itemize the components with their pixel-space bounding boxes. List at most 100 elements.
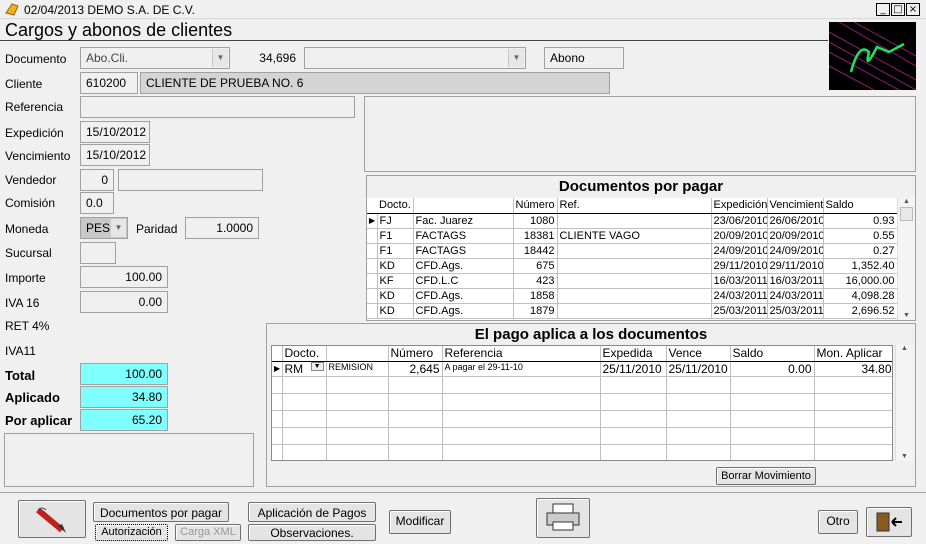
table-row[interactable]: KF CFD.L.C 423 16/03/2011 16/03/2011 16,000.0… bbox=[367, 273, 897, 289]
referencia-input[interactable] bbox=[80, 96, 355, 118]
table-cell: 0.27 bbox=[823, 243, 897, 259]
table-cell bbox=[282, 410, 327, 428]
empty-row[interactable] bbox=[272, 376, 892, 394]
table-row[interactable]: F1 FACTAGS 18381 CLIENTE VAGO 20/09/2010 20/0… bbox=[367, 228, 897, 244]
table-row[interactable]: ▶ FJ Fac. Juarez 1080 23/06/2010 26/06/2010 0.… bbox=[367, 213, 897, 229]
app-icon bbox=[4, 1, 20, 17]
sucursal-input[interactable] bbox=[80, 242, 116, 264]
documento-extra-select[interactable]: ▼ bbox=[304, 47, 526, 69]
docs-por-pagar-grid[interactable]: Docto. Número Ref. Expedición Vencimient… bbox=[367, 198, 897, 320]
empty-row[interactable] bbox=[272, 410, 892, 428]
comision-input[interactable]: 0.0 bbox=[80, 192, 114, 214]
pago-aplica-grid[interactable]: Docto. Número Referencia Expedida Vence … bbox=[271, 345, 893, 461]
col-mon-aplicar: Mon. Aplicar bbox=[814, 346, 892, 362]
scroll-up-icon[interactable]: ▲ bbox=[896, 345, 913, 352]
otro-button[interactable]: Otro bbox=[818, 510, 858, 534]
table-cell: 16/03/2011 bbox=[767, 273, 824, 289]
iva16-input[interactable]: 0.00 bbox=[80, 291, 168, 313]
aplicacion-pagos-button[interactable]: Aplicación de Pagos bbox=[248, 502, 376, 522]
table-cell bbox=[730, 376, 815, 394]
empty-row[interactable] bbox=[272, 427, 892, 445]
total-value: 100.00 bbox=[80, 363, 168, 385]
minimize-button[interactable]: _ bbox=[876, 3, 890, 16]
close-button[interactable]: × bbox=[906, 3, 920, 16]
table-row[interactable]: KD CFD.Ags. 1879 25/03/2011 25/03/2011 2,696.… bbox=[367, 303, 897, 319]
table-cell: CLIENTE VAGO bbox=[557, 228, 712, 244]
observaciones-panel[interactable] bbox=[4, 433, 254, 487]
table-row[interactable]: KD CFD.Ags. 675 29/11/2010 29/11/2010 1,352.4… bbox=[367, 258, 897, 274]
vendedor-name bbox=[118, 169, 263, 191]
table-cell: 25/11/2010 bbox=[600, 361, 667, 377]
print-button[interactable] bbox=[536, 498, 590, 538]
observaciones-button[interactable]: Observaciones. bbox=[248, 524, 376, 541]
table-cell: 2,696.52 bbox=[823, 303, 897, 319]
exit-button[interactable] bbox=[866, 507, 912, 537]
expedicion-input[interactable]: 15/10/2012 bbox=[80, 121, 150, 143]
table-cell: 29/11/2010 bbox=[711, 258, 768, 274]
table-cell bbox=[814, 393, 892, 411]
total-label: Total bbox=[5, 368, 36, 383]
row-indicator bbox=[367, 243, 378, 259]
table-row[interactable]: KD CFD.Ags. 1858 24/03/2011 24/03/2011 4,098.… bbox=[367, 288, 897, 304]
table-cell: 0.93 bbox=[823, 213, 897, 229]
comision-label: Comisión bbox=[5, 196, 56, 210]
col-saldo: Saldo bbox=[823, 198, 897, 214]
vendedor-input[interactable]: 0 bbox=[80, 169, 114, 191]
table-row[interactable]: F1 FACTAGS 18442 24/09/2010 24/09/2010 0.27 bbox=[367, 243, 897, 259]
docs-scrollbar[interactable]: ▲ ▼ bbox=[897, 198, 915, 320]
pago-header-row: Docto. Número Referencia Expedida Vence … bbox=[272, 346, 892, 362]
carga-xml-button[interactable]: Carga XML bbox=[175, 524, 241, 541]
table-cell bbox=[272, 410, 283, 428]
company-logo bbox=[829, 22, 916, 90]
table-cell: 25/11/2010 bbox=[666, 361, 731, 377]
title-bar: 02/04/2013 DEMO S.A. DE C.V. _ □ × bbox=[0, 0, 926, 19]
table-cell bbox=[666, 427, 731, 445]
table-cell bbox=[666, 410, 731, 428]
documentos-por-pagar-button[interactable]: Documentos por pagar bbox=[93, 502, 229, 522]
notes-panel[interactable] bbox=[364, 96, 916, 172]
scroll-down-icon[interactable]: ▼ bbox=[898, 312, 915, 319]
pago-aplica-title: El pago aplica a los documentos bbox=[474, 326, 708, 343]
empty-row[interactable] bbox=[272, 444, 892, 460]
table-cell: 0.00 bbox=[730, 361, 815, 377]
expedicion-label: Expedición bbox=[5, 126, 64, 140]
chevron-down-icon[interactable]: ▼ bbox=[310, 361, 324, 371]
scroll-up-icon[interactable]: ▲ bbox=[898, 198, 915, 205]
aplicado-label: Aplicado bbox=[5, 390, 60, 405]
importe-input[interactable]: 100.00 bbox=[80, 266, 168, 288]
page-title: Cargos y abonos de clientes bbox=[5, 20, 233, 40]
iva16-label: IVA 16 bbox=[5, 296, 40, 310]
vendedor-label: Vendedor bbox=[5, 173, 57, 187]
cliente-label: Cliente bbox=[5, 77, 43, 91]
cliente-code-input[interactable]: 610200 bbox=[80, 72, 138, 94]
autorizacion-button[interactable]: Autorización bbox=[95, 524, 168, 541]
borrar-movimiento-button[interactable]: Borrar Movimiento bbox=[716, 467, 816, 485]
table-cell bbox=[666, 376, 731, 394]
table-cell: KD bbox=[377, 288, 414, 304]
table-cell bbox=[442, 393, 601, 411]
paridad-label: Paridad bbox=[136, 222, 178, 236]
table-cell: CFD.Ags. bbox=[413, 288, 514, 304]
documento-select[interactable]: Abo.Cli. ▼ bbox=[80, 47, 230, 69]
docs-header-row: Docto. Número Ref. Expedición Vencimient… bbox=[367, 198, 897, 214]
modificar-button[interactable]: Modificar bbox=[389, 510, 451, 534]
table-cell[interactable]: 34.80 bbox=[814, 361, 892, 377]
paridad-input[interactable]: 1.0000 bbox=[185, 217, 259, 239]
table-cell: 20/09/2010 bbox=[711, 228, 768, 244]
empty-row[interactable] bbox=[272, 393, 892, 411]
table-row[interactable]: ▶ RM ▼ REMISION 2,645 A pagar el 29-11-10 25/1… bbox=[272, 361, 892, 377]
pencil-button[interactable] bbox=[18, 500, 86, 538]
documento-number: 34,696 bbox=[232, 47, 302, 69]
ret4-label: RET 4% bbox=[5, 319, 50, 333]
divider bbox=[0, 40, 828, 41]
vencimiento-input[interactable]: 15/10/2012 bbox=[80, 144, 150, 166]
moneda-select[interactable]: PES ▼ bbox=[80, 217, 128, 239]
table-cell bbox=[730, 427, 815, 445]
table-cell bbox=[730, 444, 815, 460]
table-cell: 24/03/2011 bbox=[711, 288, 768, 304]
pago-scrollbar[interactable]: ▲ ▼ bbox=[895, 345, 913, 461]
table-cell bbox=[442, 444, 601, 460]
scroll-thumb[interactable] bbox=[900, 207, 913, 221]
scroll-down-icon[interactable]: ▼ bbox=[896, 453, 913, 460]
maximize-button[interactable]: □ bbox=[891, 3, 905, 16]
